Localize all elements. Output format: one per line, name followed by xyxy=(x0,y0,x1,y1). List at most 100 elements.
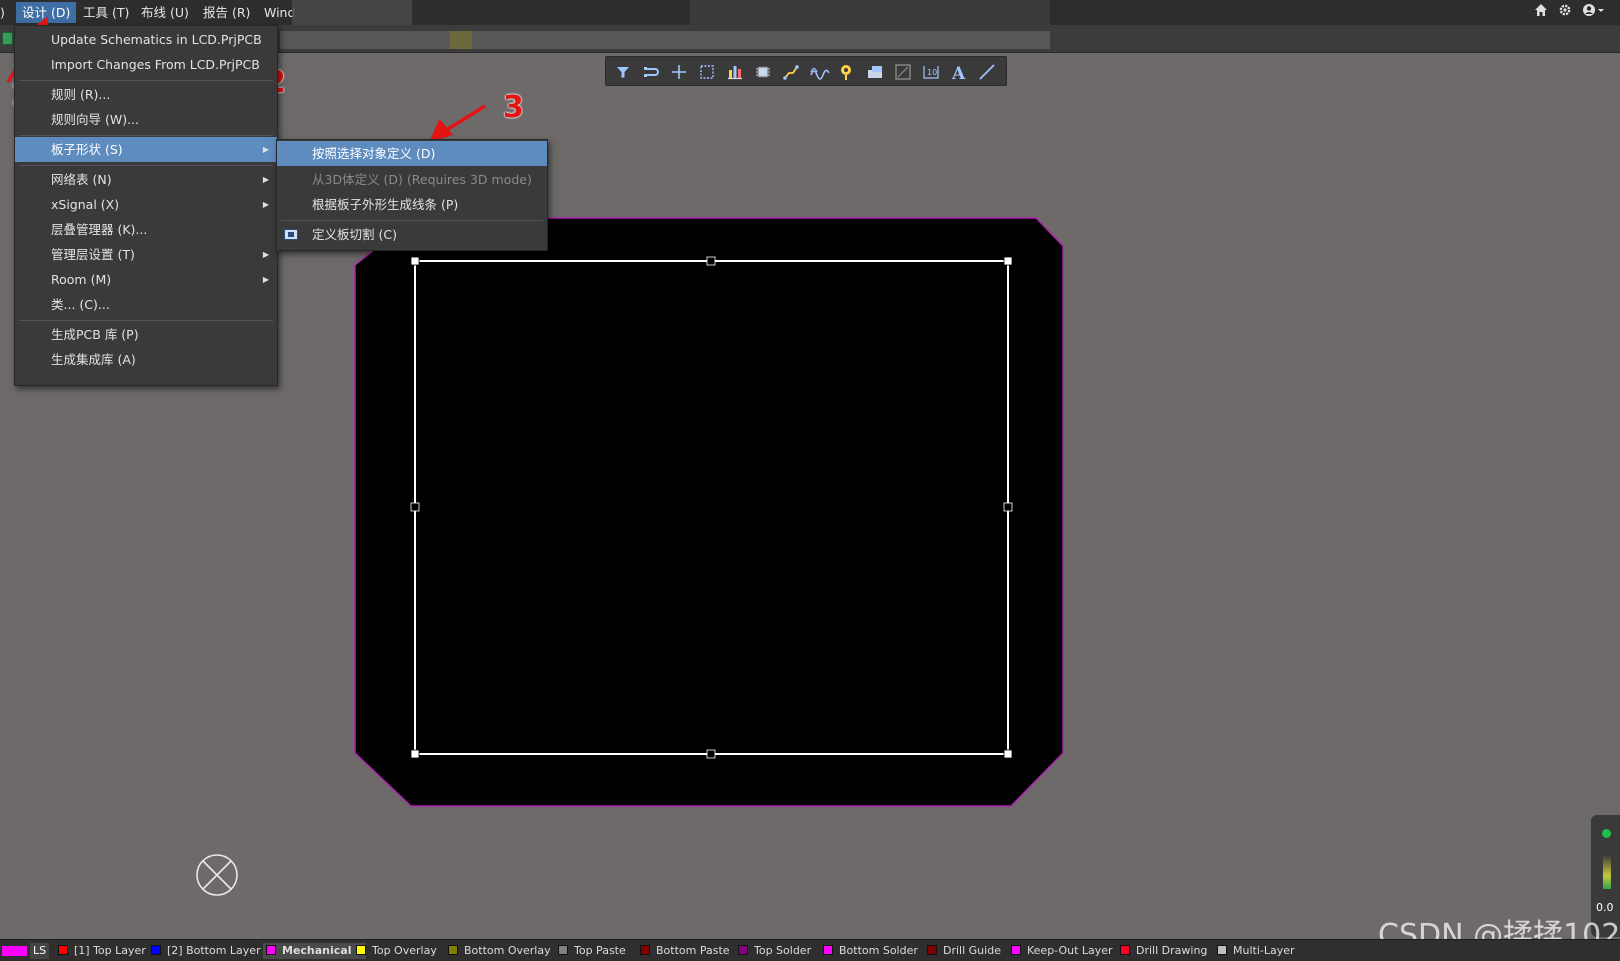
menu-item-board-shape[interactable]: 板子形状 (S) ▶ xyxy=(15,137,277,162)
design-dropdown-menu: Update Schematics in LCD.PrjPCB Import C… xyxy=(14,25,278,386)
layer-tab[interactable]: Top Overlay xyxy=(356,943,437,959)
current-layer-swatch xyxy=(2,946,27,956)
layer-tab[interactable]: Bottom Solder xyxy=(823,943,918,959)
menu-item-manage-layer-sets[interactable]: 管理层设置 (T) ▶ xyxy=(15,242,277,267)
layer-tab-label: Mechanical 1 xyxy=(282,944,363,957)
layer-set-button[interactable]: LS xyxy=(2,943,50,959)
layer-tab[interactable]: Mechanical 1 xyxy=(263,943,366,959)
menu-item-netlist[interactable]: 网络表 (N) ▶ xyxy=(15,167,277,192)
menu-item-room[interactable]: Room (M) ▶ xyxy=(15,267,277,292)
submenu-arrow-icon: ▶ xyxy=(262,200,269,209)
menu-item-make-integrated-library[interactable]: 生成集成库 (A) xyxy=(15,347,277,372)
layer-tab-label: Multi-Layer xyxy=(1233,944,1295,957)
diff-pair-icon[interactable] xyxy=(808,61,830,83)
menu-separator xyxy=(281,220,543,221)
selection-handle xyxy=(410,502,420,512)
layer-color-swatch xyxy=(1217,945,1227,955)
level-meter xyxy=(1603,855,1611,889)
component-icon[interactable] xyxy=(752,61,774,83)
selection-handle xyxy=(1003,256,1013,266)
origin-marker-icon xyxy=(196,854,238,896)
menu-item-make-pcb-library[interactable]: 生成PCB 库 (P) xyxy=(15,322,277,347)
layer-tab[interactable]: Drill Guide xyxy=(927,943,1001,959)
dimension-icon[interactable]: 10 xyxy=(920,61,942,83)
svg-text:10: 10 xyxy=(927,68,937,77)
text-icon[interactable]: A xyxy=(948,61,970,84)
selection-handle xyxy=(1003,749,1013,759)
menu-item-import-changes[interactable]: Import Changes From LCD.PrjPCB xyxy=(15,52,277,77)
layer-color-swatch xyxy=(823,945,833,955)
polygon-icon[interactable] xyxy=(892,61,914,83)
layer-tab-label: Top Solder xyxy=(754,944,812,957)
filter-icon[interactable] xyxy=(612,61,634,83)
menu-item-layer-stack-manager[interactable]: 层叠管理器 (K)... xyxy=(15,217,277,242)
fill-icon[interactable] xyxy=(864,61,886,83)
svg-text:A: A xyxy=(951,64,966,83)
board-outline xyxy=(354,217,1064,807)
selection-handle xyxy=(1003,502,1013,512)
layer-color-swatch xyxy=(1120,945,1130,955)
pcb-active-bar: 10 A xyxy=(605,56,1007,86)
arrow-3-head xyxy=(428,118,453,143)
cross-icon[interactable] xyxy=(668,61,690,83)
line-icon[interactable] xyxy=(976,61,998,83)
menu-separator xyxy=(19,80,273,81)
layer-tab-label: Top Paste xyxy=(574,944,626,957)
layer-color-swatch xyxy=(927,945,937,955)
layer-color-swatch xyxy=(356,945,366,955)
board-shape-submenu: 按照选择对象定义 (D) 从3D体定义 (D) (Requires 3D mod… xyxy=(276,139,548,251)
layer-color-swatch xyxy=(558,945,568,955)
select-rect-icon[interactable] xyxy=(696,61,718,83)
submenu-item-define-from-selected[interactable]: 按照选择对象定义 (D) xyxy=(277,141,547,166)
layer-tab-label: Drill Drawing xyxy=(1136,944,1208,957)
align-icon[interactable] xyxy=(724,61,746,83)
submenu-arrow-icon: ▶ xyxy=(262,175,269,184)
board-cutout-icon xyxy=(284,229,298,240)
layer-tab[interactable]: Top Solder xyxy=(738,943,811,959)
submenu-arrow-icon: ▶ xyxy=(262,275,269,284)
layer-color-swatch xyxy=(266,945,276,955)
layer-color-swatch xyxy=(448,945,458,955)
menu-separator xyxy=(19,320,273,321)
layer-tab[interactable]: Multi-Layer xyxy=(1217,943,1295,959)
layer-color-swatch xyxy=(58,945,68,955)
layer-tab[interactable]: [2] Bottom Layer xyxy=(151,943,261,959)
status-indicator xyxy=(1602,829,1611,838)
selection-handle xyxy=(706,749,716,759)
layer-tab[interactable]: Bottom Paste xyxy=(640,943,730,959)
layer-tab[interactable]: Top Paste xyxy=(558,943,626,959)
layer-color-swatch xyxy=(1011,945,1021,955)
layer-tab-label: [2] Bottom Layer xyxy=(167,944,261,957)
menu-item-rules[interactable]: 规则 (R)... xyxy=(15,82,277,107)
layer-set-label: LS xyxy=(30,943,50,959)
layer-tab[interactable]: Bottom Overlay xyxy=(448,943,551,959)
layer-tab[interactable]: [1] Top Layer xyxy=(58,943,146,959)
layer-tab-label: Bottom Paste xyxy=(656,944,730,957)
layer-color-swatch xyxy=(738,945,748,955)
menu-item-rules-wizard[interactable]: 规则向导 (W)... xyxy=(15,107,277,132)
submenu-item-define-board-cutout[interactable]: 定义板切割 (C) xyxy=(277,222,547,247)
layer-tab-label: Keep-Out Layer xyxy=(1027,944,1113,957)
submenu-item-create-primitives-from-shape[interactable]: 根据板子外形生成线条 (P) xyxy=(277,192,547,217)
layer-tab[interactable]: Keep-Out Layer xyxy=(1011,943,1113,959)
selection-handle xyxy=(706,256,716,266)
route-icon[interactable] xyxy=(640,61,662,83)
layer-tab-label: Top Overlay xyxy=(372,944,437,957)
via-icon[interactable] xyxy=(836,61,858,83)
layer-tab-label: Bottom Solder xyxy=(839,944,918,957)
menu-item-xsignal[interactable]: xSignal (X) ▶ xyxy=(15,192,277,217)
submenu-arrow-icon: ▶ xyxy=(262,250,269,259)
layer-tabs-bar: LS [1] Top Layer [2] Bottom Layer Mechanic… xyxy=(0,939,1620,961)
annotation-number-3: 3 xyxy=(503,90,524,125)
layer-tab[interactable]: Drill Drawing xyxy=(1120,943,1207,959)
selection-handle xyxy=(410,749,420,759)
interactive-route-icon[interactable] xyxy=(780,61,802,83)
menu-separator xyxy=(19,165,273,166)
menu-item-update-schematics[interactable]: Update Schematics in LCD.PrjPCB xyxy=(15,27,277,52)
layer-tab-label: [1] Top Layer xyxy=(74,944,146,957)
submenu-arrow-icon: ▶ xyxy=(262,145,269,154)
menu-separator xyxy=(19,135,273,136)
selection-handle xyxy=(410,256,420,266)
layer-tab-label: Drill Guide xyxy=(943,944,1001,957)
menu-item-classes[interactable]: 类... (C)... xyxy=(15,292,277,317)
